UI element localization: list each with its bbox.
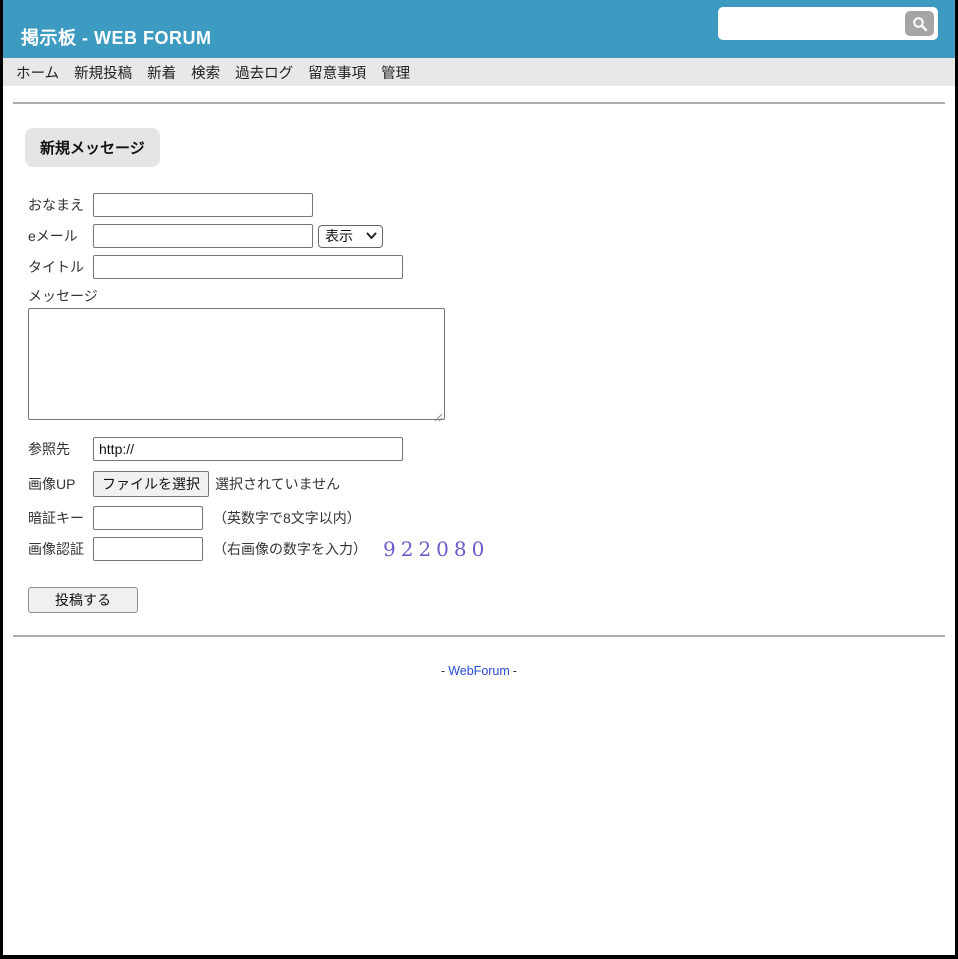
- page-title: 掲示板 - WEB FORUM: [21, 24, 211, 50]
- name-row: おなまえ: [28, 193, 945, 217]
- email-input[interactable]: [93, 224, 313, 248]
- divider-bottom: [13, 635, 945, 637]
- search-button[interactable]: [905, 11, 934, 36]
- search-form: [718, 7, 938, 40]
- chevron-down-icon: [366, 232, 377, 240]
- page: 掲示板 - WEB FORUM ホーム 新規投稿 新着 検索 過去ログ 留意事項…: [0, 0, 958, 959]
- search-icon: [912, 16, 928, 32]
- footer-prefix: -: [441, 664, 445, 678]
- title-label: タイトル: [28, 257, 93, 277]
- title-input[interactable]: [93, 255, 403, 279]
- reference-url-input[interactable]: [93, 437, 403, 461]
- nav-item-new-post[interactable]: 新規投稿: [74, 62, 132, 83]
- reference-label: 参照先: [28, 439, 93, 459]
- nav-item-archive[interactable]: 過去ログ: [235, 62, 293, 83]
- name-label: おなまえ: [28, 195, 93, 215]
- footer-suffix: -: [513, 664, 517, 678]
- pin-label: 暗証キー: [28, 508, 93, 528]
- image-upload-row: 画像UP ファイルを選択 選択されていません: [28, 471, 945, 497]
- image-upload-label: 画像UP: [28, 474, 93, 494]
- submit-button[interactable]: 投稿する: [28, 587, 138, 613]
- footer: -WebForum-: [13, 664, 945, 678]
- email-display-select[interactable]: 表示: [318, 225, 383, 248]
- name-input[interactable]: [93, 193, 313, 217]
- nav-item-notes[interactable]: 留意事項: [308, 62, 366, 83]
- nav-item-admin[interactable]: 管理: [381, 62, 410, 83]
- pin-row: 暗証キー （英数字で8文字以内）: [28, 506, 945, 530]
- email-display-select-value: 表示: [325, 226, 353, 246]
- captcha-note: （右画像の数字を入力）: [213, 539, 367, 559]
- email-label: eメール: [28, 226, 93, 246]
- header-bar: 掲示板 - WEB FORUM: [3, 0, 955, 58]
- captcha-image: 922080: [383, 537, 489, 561]
- footer-link[interactable]: WebForum: [448, 664, 510, 678]
- email-row: eメール 表示: [28, 224, 945, 248]
- message-textarea-wrap: [28, 308, 445, 423]
- pin-input[interactable]: [93, 506, 203, 530]
- nav-item-search[interactable]: 検索: [191, 62, 220, 83]
- pin-note: （英数字で8文字以内）: [213, 508, 361, 528]
- divider-top: [13, 102, 945, 104]
- nav-item-home[interactable]: ホーム: [16, 62, 59, 83]
- post-form: おなまえ eメール 表示 タイトル: [28, 193, 945, 613]
- reference-row: 参照先: [28, 437, 945, 461]
- captcha-row: 画像認証 （右画像の数字を入力） 922080: [28, 537, 945, 561]
- captcha-input[interactable]: [93, 537, 203, 561]
- captcha-label: 画像認証: [28, 539, 93, 559]
- nav-item-latest[interactable]: 新着: [147, 62, 176, 83]
- message-textarea[interactable]: [28, 308, 445, 420]
- message-label: メッセージ: [28, 286, 945, 306]
- main-nav: ホーム 新規投稿 新着 検索 過去ログ 留意事項 管理: [3, 58, 955, 86]
- content-area: 新規メッセージ おなまえ eメール 表示: [3, 102, 955, 678]
- file-select-button[interactable]: ファイルを選択: [93, 471, 209, 497]
- section-title-chip: 新規メッセージ: [25, 128, 160, 167]
- title-row: タイトル: [28, 255, 945, 279]
- file-status-text: 選択されていません: [215, 474, 340, 494]
